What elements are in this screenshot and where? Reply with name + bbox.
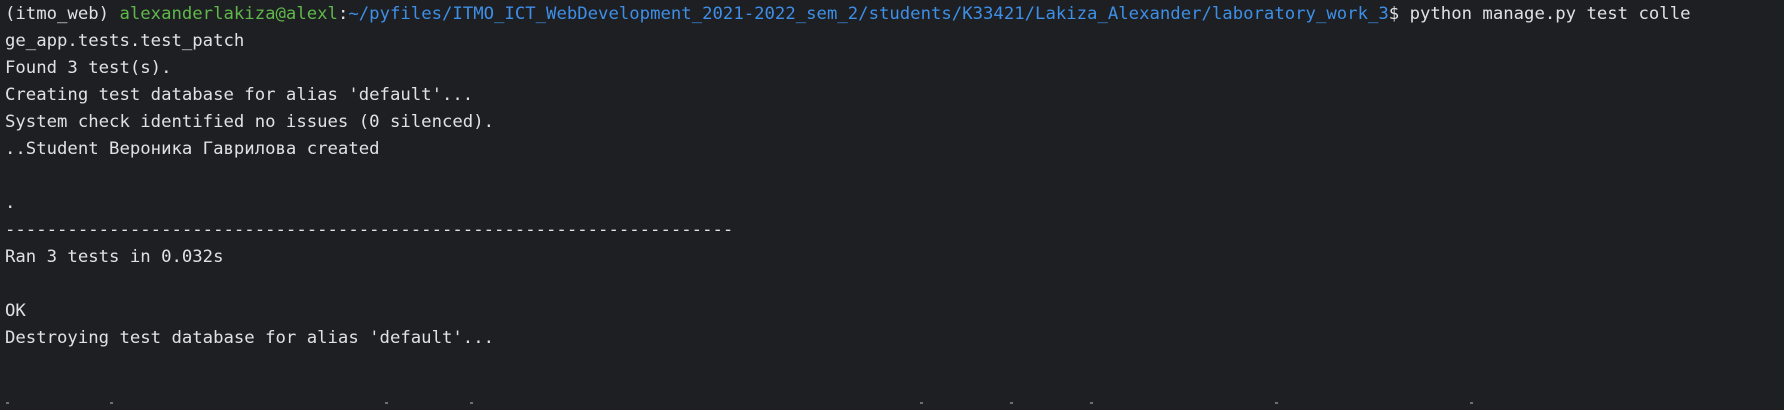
output-line: .: [5, 193, 16, 213]
terminal-window[interactable]: (itmo_web) alexanderlakiza@alexl:~/pyfil…: [0, 0, 1784, 410]
current-directory: ~/pyfiles/ITMO_ICT_WebDevelopment_2021-2…: [348, 4, 1389, 24]
output-line: ..Student Вероника Гаврилова created: [5, 139, 380, 159]
output-line: Destroying test database for alias 'defa…: [5, 328, 494, 348]
output-line: Found 3 test(s).: [5, 58, 172, 78]
test-status: OK: [5, 301, 26, 321]
prompt-separator: :: [337, 4, 349, 24]
clipped-next-line: [0, 402, 1784, 410]
test-summary: Ran 3 tests in 0.032s: [5, 247, 224, 267]
output-line: Creating test database for alias 'defaul…: [5, 85, 474, 105]
user-host: alexanderlakiza@alexl: [119, 4, 338, 24]
output-line: System check identified no issues (0 sil…: [5, 112, 494, 132]
command-text: python manage.py test colle: [1409, 4, 1691, 24]
prompt-symbol: $: [1388, 4, 1410, 24]
output-line: ge_app.tests.test_patch: [5, 31, 245, 51]
separator-line: ----------------------------------------…: [5, 220, 734, 240]
prompt-line: (itmo_web) alexanderlakiza@alexl:~/pyfil…: [5, 2, 1691, 26]
virtualenv-name: (itmo_web): [5, 4, 120, 24]
